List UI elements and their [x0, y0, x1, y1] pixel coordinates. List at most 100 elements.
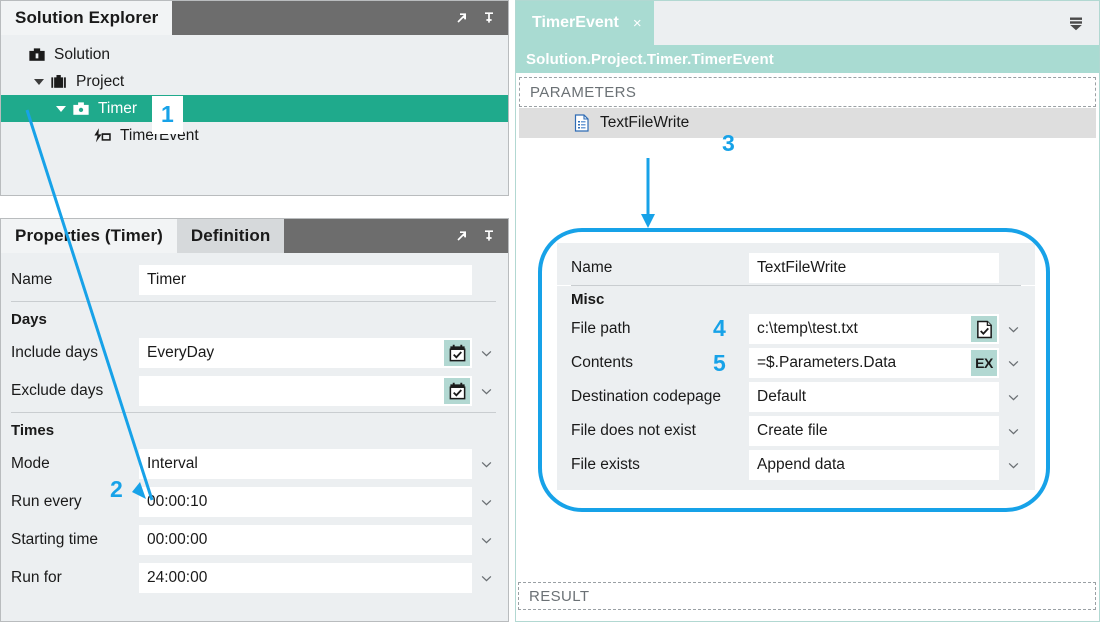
grid-bottom-padding — [557, 482, 1035, 490]
tab-label: Solution Explorer — [15, 8, 159, 27]
file-check-icon[interactable] — [971, 316, 997, 342]
property-row: Run every 00:00:10 — [1, 483, 508, 521]
property-field[interactable]: Interval — [139, 449, 472, 479]
property-value[interactable]: 00:00:10 — [139, 493, 472, 511]
tab-definition[interactable]: Definition — [176, 219, 285, 253]
tab-properties[interactable]: Properties (Timer) — [1, 219, 177, 253]
pin-icon[interactable] — [482, 11, 496, 25]
property-group-header: Misc — [557, 286, 1035, 312]
calendar-check-icon[interactable] — [444, 378, 470, 404]
app-window: Solution Explorer Solution Project Timer Ti… — [0, 0, 1100, 622]
chevron-down-icon[interactable] — [999, 326, 1027, 333]
chevron-down-icon[interactable] — [999, 462, 1027, 469]
property-field[interactable]: 24:00:00 — [139, 563, 472, 593]
tab-solution-explorer[interactable]: Solution Explorer — [1, 1, 173, 35]
property-row: Starting time 00:00:00 — [1, 521, 508, 559]
editor-menu-icon[interactable] — [1067, 1, 1099, 45]
tree-item-project[interactable]: Project — [1, 68, 508, 95]
chevron-down-icon[interactable] — [472, 350, 500, 357]
property-value[interactable]: Append data — [749, 456, 999, 474]
chevron-down-icon[interactable] — [472, 461, 500, 468]
property-row: Include days EveryDay — [1, 334, 508, 372]
expression-icon[interactable]: EX — [971, 350, 997, 376]
property-value[interactable]: TextFileWrite — [749, 259, 999, 277]
property-row: File exists Append data — [557, 448, 1035, 482]
chevron-down-icon[interactable] — [29, 78, 49, 85]
property-field[interactable]: TextFileWrite — [749, 253, 999, 283]
property-field[interactable]: 00:00:00 — [139, 525, 472, 555]
property-field[interactable]: Append data — [749, 450, 999, 480]
grid-top-padding — [557, 243, 1035, 251]
property-row: Run for 24:00:00 — [1, 559, 508, 597]
tree-item-label: Timer — [98, 99, 138, 117]
chevron-down-icon[interactable] — [999, 394, 1027, 401]
calendar-check-icon[interactable] — [444, 340, 470, 366]
maximize-icon[interactable] — [454, 229, 468, 243]
properties-titlebar: Properties (Timer) Definition — [1, 219, 508, 253]
property-value[interactable]: 00:00:00 — [139, 531, 472, 549]
property-row: Exclude days — [1, 372, 508, 410]
tree-item-timer[interactable]: Timer — [1, 95, 508, 122]
property-label: Starting time — [11, 531, 99, 548]
tab-label: TimerEvent — [532, 14, 619, 31]
property-value[interactable]: Default — [749, 388, 999, 406]
property-group-label: Times — [11, 421, 55, 439]
chevron-down-icon[interactable] — [472, 388, 500, 395]
solution-explorer-titlebar: Solution Explorer — [1, 1, 508, 35]
property-label: Exclude days — [11, 382, 104, 399]
property-value[interactable]: Timer — [139, 271, 472, 289]
chevron-down-icon[interactable] — [999, 360, 1027, 367]
property-value[interactable]: c:\temp\test.txt — [749, 320, 971, 338]
properties-panel: Properties (Timer) Definition Name Timer D… — [0, 218, 509, 622]
property-label: Name — [571, 259, 613, 276]
chevron-down-icon[interactable] — [999, 428, 1027, 435]
property-group-label: Days — [11, 310, 47, 328]
property-field[interactable]: EveryDay — [139, 338, 472, 368]
tree-item-timerevent[interactable]: TimerEvent — [1, 122, 508, 149]
solution-explorer-window-buttons — [454, 1, 508, 35]
pin-icon[interactable] — [482, 229, 496, 243]
property-value[interactable]: =$.Parameters.Data — [749, 354, 971, 372]
property-field[interactable]: Create file — [749, 416, 999, 446]
project-icon — [49, 73, 69, 91]
property-value[interactable]: Interval — [139, 455, 472, 473]
solution-explorer-panel: Solution Explorer Solution Project Timer Ti… — [0, 0, 509, 196]
event-icon — [93, 127, 113, 145]
step-textfilewrite[interactable]: TextFileWrite — [519, 108, 1096, 138]
property-label: Include days — [11, 344, 99, 361]
property-row: File path c:\temp\test.txt — [557, 312, 1035, 346]
result-section-header[interactable]: RESULT — [518, 582, 1096, 610]
close-icon[interactable]: × — [633, 15, 642, 32]
solution-explorer-body: Solution Project Timer TimerEvent — [1, 35, 508, 195]
maximize-icon[interactable] — [454, 11, 468, 25]
titlebar-spacer — [172, 1, 454, 35]
property-field[interactable]: 00:00:10 — [139, 487, 472, 517]
solution-icon — [27, 46, 47, 64]
parameters-label: PARAMETERS — [530, 83, 637, 101]
property-value[interactable]: 24:00:00 — [139, 569, 472, 587]
divider — [11, 301, 496, 302]
chevron-down-icon[interactable] — [472, 575, 500, 582]
property-field[interactable] — [139, 376, 472, 406]
tree-item-label: Project — [76, 72, 125, 90]
property-field[interactable]: =$.Parameters.Data EX — [749, 348, 999, 378]
chevron-down-icon[interactable] — [472, 537, 500, 544]
tree-item-label: Solution — [54, 45, 111, 63]
chevron-down-icon[interactable] — [472, 499, 500, 506]
chevron-down-icon[interactable] — [51, 105, 71, 112]
parameters-section-header[interactable]: PARAMETERS — [519, 77, 1096, 107]
property-row: Name TextFileWrite — [557, 251, 1035, 285]
property-label: Destination codepage — [571, 388, 721, 405]
tree-item-solution[interactable]: Solution — [1, 41, 508, 68]
property-label: File does not exist — [571, 422, 696, 439]
property-value[interactable]: Create file — [749, 422, 999, 440]
property-row: Contents =$.Parameters.Data EX — [557, 346, 1035, 380]
property-value[interactable]: EveryDay — [139, 344, 444, 362]
breadcrumb-text: Solution.Project.Timer.TimerEvent — [526, 50, 774, 68]
editor-tabbar: TimerEvent × — [516, 1, 1099, 45]
property-field[interactable]: Default — [749, 382, 999, 412]
property-field[interactable]: Timer — [139, 265, 472, 295]
tab-timerevent[interactable]: TimerEvent × — [516, 1, 654, 45]
property-row: Mode Interval — [1, 445, 508, 483]
property-field[interactable]: c:\temp\test.txt — [749, 314, 999, 344]
